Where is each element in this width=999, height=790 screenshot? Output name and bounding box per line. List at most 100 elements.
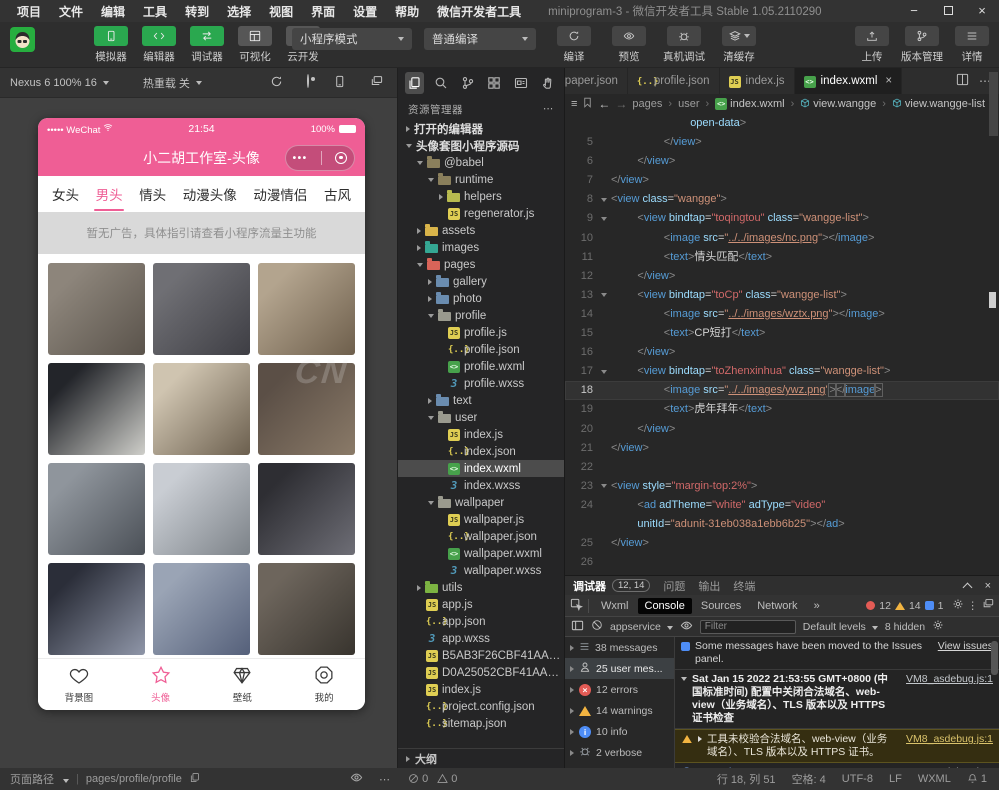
status-item[interactable]: 行 18, 列 51 [717, 771, 776, 787]
grid-icon[interactable] [485, 72, 504, 94]
rotate-device-icon[interactable] [333, 75, 346, 91]
toolbar-button-预览[interactable]: 预览 [603, 26, 655, 64]
menu-item-微信开发者工具[interactable]: 微信开发者工具 [428, 3, 530, 20]
live-expression-icon[interactable] [680, 619, 693, 635]
source-link[interactable]: VM8_asdebug.js:1 [906, 673, 993, 686]
files-icon[interactable] [405, 72, 424, 94]
copy-icon[interactable] [189, 772, 200, 786]
tree-item-profile.wxml[interactable]: <>profile.wxml [398, 358, 564, 375]
tree-item-helpers[interactable]: helpers [398, 188, 564, 205]
editor-tab-index.js[interactable]: JSindex.js [720, 68, 795, 94]
tree-item-index.json[interactable]: {..}index.json [398, 443, 564, 460]
tree-item-wallpaper[interactable]: wallpaper [398, 494, 564, 511]
tree-item-index.wxss[interactable]: 3index.wxss [398, 477, 564, 494]
menu-item-转到[interactable]: 转到 [176, 3, 218, 20]
tree-item-wallpaper.wxml[interactable]: <>wallpaper.wxml [398, 545, 564, 562]
breadcrumb-item-view.wangge-list[interactable]: view.wangge-list [892, 98, 985, 111]
tree-item-profile.json[interactable]: {..}profile.json [398, 341, 564, 358]
refresh-simulator-icon[interactable] [270, 75, 283, 91]
category-tab-古风[interactable]: 古风 [324, 178, 351, 210]
mode-select[interactable]: 小程序模式 [292, 28, 412, 50]
toolbar-button-调试器[interactable]: 调试器 [184, 26, 230, 64]
tabbar-item-我的[interactable]: 我的 [283, 659, 365, 710]
filter-input[interactable] [700, 620, 796, 634]
debugger-tab-调试器[interactable]: 调试器 [573, 578, 606, 594]
kebab-menu-icon[interactable]: ⋮ [968, 600, 979, 612]
editor-scrollbar[interactable] [989, 72, 998, 136]
photo-thumbnail[interactable] [153, 263, 250, 355]
close-tab-icon[interactable]: × [885, 75, 892, 87]
devtools-tab-Network[interactable]: Network [750, 598, 804, 614]
tree-item-assets[interactable]: assets [398, 222, 564, 239]
devtools-tab-Sources[interactable]: Sources [694, 598, 748, 614]
page-path-select[interactable]: 页面路径 [10, 771, 69, 787]
tree-item-app.js[interactable]: JSapp.js [398, 596, 564, 613]
home-icon[interactable] [335, 152, 347, 164]
devtools-tab-Wxml[interactable]: Wxml [594, 598, 636, 614]
minimize-button[interactable]: − [897, 0, 931, 22]
menu-item-工具[interactable]: 工具 [134, 3, 176, 20]
breadcrumb-item-index.wxml[interactable]: <>index.wxml [715, 98, 784, 110]
tree-item-profile[interactable]: profile [398, 307, 564, 324]
back-button[interactable]: ← [598, 97, 610, 111]
toolbar-button-编译[interactable]: 编译 [548, 26, 600, 64]
photo-thumbnail[interactable] [258, 463, 355, 555]
source-link[interactable]: VM8_asdebug.js:1 [906, 733, 993, 746]
breadcrumb-item-user[interactable]: user [678, 98, 699, 110]
tree-item-sitemap.json[interactable]: {..}sitemap.json [398, 715, 564, 732]
tree-item-runtime[interactable]: runtime [398, 171, 564, 188]
tree-item-project.config.json[interactable]: {..}project.config.json [398, 698, 564, 715]
outline-section[interactable]: 大纲 [398, 748, 564, 768]
tree-item-utils[interactable]: utils [398, 579, 564, 596]
console-filter-10 info[interactable]: i10 info [565, 721, 674, 742]
photo-thumbnail[interactable] [258, 563, 355, 655]
menu-item-设置[interactable]: 设置 [344, 3, 386, 20]
status-item[interactable]: WXML [918, 773, 951, 785]
eye-icon[interactable] [350, 771, 363, 787]
more-icon[interactable]: ⋯ [543, 103, 554, 115]
winbar-icon[interactable] [512, 72, 531, 94]
console-filter-38 messages[interactable]: 38 messages [565, 637, 674, 658]
editor-tab-index.wxml[interactable]: <>index.wxml× [795, 68, 903, 94]
tree-item-regenerator.js[interactable]: JSregenerator.js [398, 205, 564, 222]
photo-thumbnail[interactable] [153, 463, 250, 555]
more-icon[interactable]: ⋯ [379, 773, 390, 786]
category-tab-情头[interactable]: 情头 [139, 178, 166, 210]
menu-item-编辑[interactable]: 编辑 [92, 3, 134, 20]
toolbar-button-详情[interactable]: 详情 [948, 26, 996, 64]
photo-thumbnail[interactable] [48, 563, 145, 655]
tree-item-index.wxml[interactable]: <>index.wxml [398, 460, 564, 477]
menu-item-帮助[interactable]: 帮助 [386, 3, 428, 20]
menu-item-文件[interactable]: 文件 [50, 3, 92, 20]
hot-reload-toggle[interactable]: 热重载 关 [133, 75, 212, 91]
breadcrumb-item-view.wangge[interactable]: view.wangge [800, 98, 876, 111]
category-tab-女头[interactable]: 女头 [52, 178, 79, 210]
toolbar-button-清缓存[interactable]: 清缓存 [713, 26, 765, 64]
breadcrumb-item-pages[interactable]: pages [632, 98, 662, 110]
toolbar-button-模拟器[interactable]: 模拟器 [88, 26, 134, 64]
bookmark-icon[interactable] [582, 97, 593, 111]
console-filter-12 errors[interactable]: ×12 errors [565, 679, 674, 700]
tree-item-user[interactable]: user [398, 409, 564, 426]
photo-thumbnail[interactable] [258, 263, 355, 355]
more-icon[interactable]: ••• [293, 153, 308, 164]
detach-window-icon[interactable] [370, 75, 383, 91]
toolbar-button-真机调试[interactable]: 真机调试 [658, 26, 710, 64]
tree-item-wallpaper.wxss[interactable]: 3wallpaper.wxss [398, 562, 564, 579]
menu-item-界面[interactable]: 界面 [302, 3, 344, 20]
photo-thumbnail[interactable] [153, 563, 250, 655]
category-tab-动漫头像[interactable]: 动漫头像 [183, 178, 237, 210]
toolbar-button-可视化[interactable]: 可视化 [232, 26, 278, 64]
collapse-icon[interactable] [962, 582, 972, 592]
forward-button[interactable]: → [615, 97, 627, 111]
console-scrollbar[interactable] [991, 641, 998, 675]
tree-item-profile.js[interactable]: JSprofile.js [398, 324, 564, 341]
tree-item-images[interactable]: images [398, 239, 564, 256]
hand-icon[interactable] [538, 72, 557, 94]
photo-thumbnail[interactable] [48, 363, 145, 455]
log-levels-select[interactable]: Default levels [803, 621, 878, 633]
debugger-tab-终端[interactable]: 终端 [733, 578, 755, 594]
debugger-tab-问题[interactable]: 问题 [663, 578, 685, 594]
tree-item-index.js[interactable]: JSindex.js [398, 681, 564, 698]
capsule-menu[interactable]: ••• [285, 145, 355, 171]
